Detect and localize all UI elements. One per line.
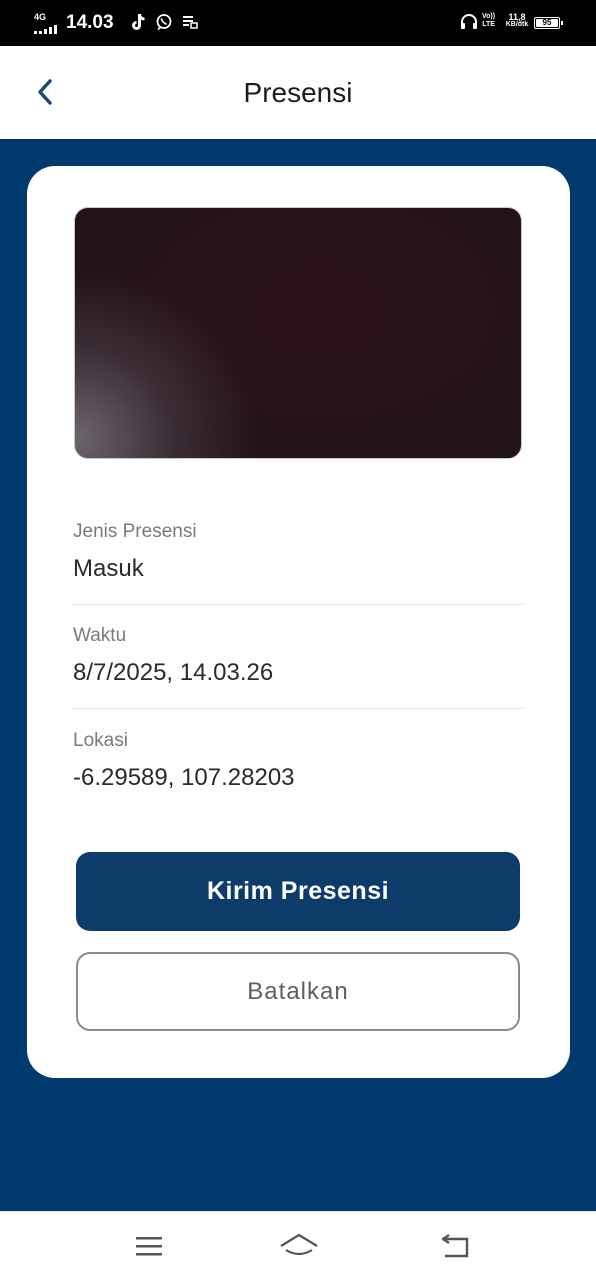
tiktok-icon — [132, 14, 145, 30]
volte-indicator: Vo)) LTE — [482, 13, 495, 29]
speed-value: 11,8 — [508, 12, 526, 22]
camera-preview-image — [74, 207, 522, 459]
field-jenis-presensi: Jenis Presensi Masuk — [73, 520, 523, 584]
speed-unit: KB/dtk — [505, 21, 529, 28]
page-title: Presensi — [243, 77, 353, 108]
field-waktu: Waktu 8/7/2025, 14.03.26 — [73, 624, 523, 688]
app-bar: Presensi — [0, 46, 596, 139]
battery-level: 95 — [542, 18, 552, 27]
notification-icon — [183, 16, 198, 29]
battery-icon: 95 — [534, 17, 563, 29]
field-value: 8/7/2025, 14.03.26 — [73, 659, 274, 686]
signal-icon — [34, 25, 57, 34]
home-icon[interactable] — [278, 1230, 320, 1262]
network-type: 4G — [34, 12, 47, 22]
divider — [73, 708, 523, 709]
cancel-button[interactable]: Batalkan — [76, 952, 520, 1031]
status-bar: 4G 14.03 Vo)) LTE 11,8 KB/dtk 95 — [0, 0, 596, 46]
field-lokasi: Lokasi -6.29589, 107.28203 — [73, 729, 523, 793]
network-indicator: 4G — [34, 12, 60, 34]
submit-presence-button[interactable]: Kirim Presensi — [76, 852, 520, 931]
volte-label: Vo)) — [482, 13, 496, 20]
lte-label: LTE — [482, 21, 495, 28]
field-value: -6.29589, 107.28203 — [73, 764, 295, 791]
field-label: Waktu — [73, 625, 127, 646]
divider — [73, 604, 523, 605]
presence-card: Jenis Presensi Masuk Waktu 8/7/2025, 14.… — [27, 166, 570, 1078]
system-nav-bar — [0, 1211, 596, 1280]
menu-icon[interactable] — [131, 1230, 167, 1262]
headphones-icon — [461, 14, 477, 29]
field-label: Lokasi — [73, 730, 128, 751]
status-time: 14.03 — [66, 12, 114, 33]
network-speed: 11,8 KB/dtk — [503, 13, 531, 29]
back-icon[interactable] — [436, 1230, 472, 1262]
whatsapp-icon — [156, 14, 172, 30]
field-label: Jenis Presensi — [73, 521, 197, 542]
field-value: Masuk — [73, 555, 144, 582]
